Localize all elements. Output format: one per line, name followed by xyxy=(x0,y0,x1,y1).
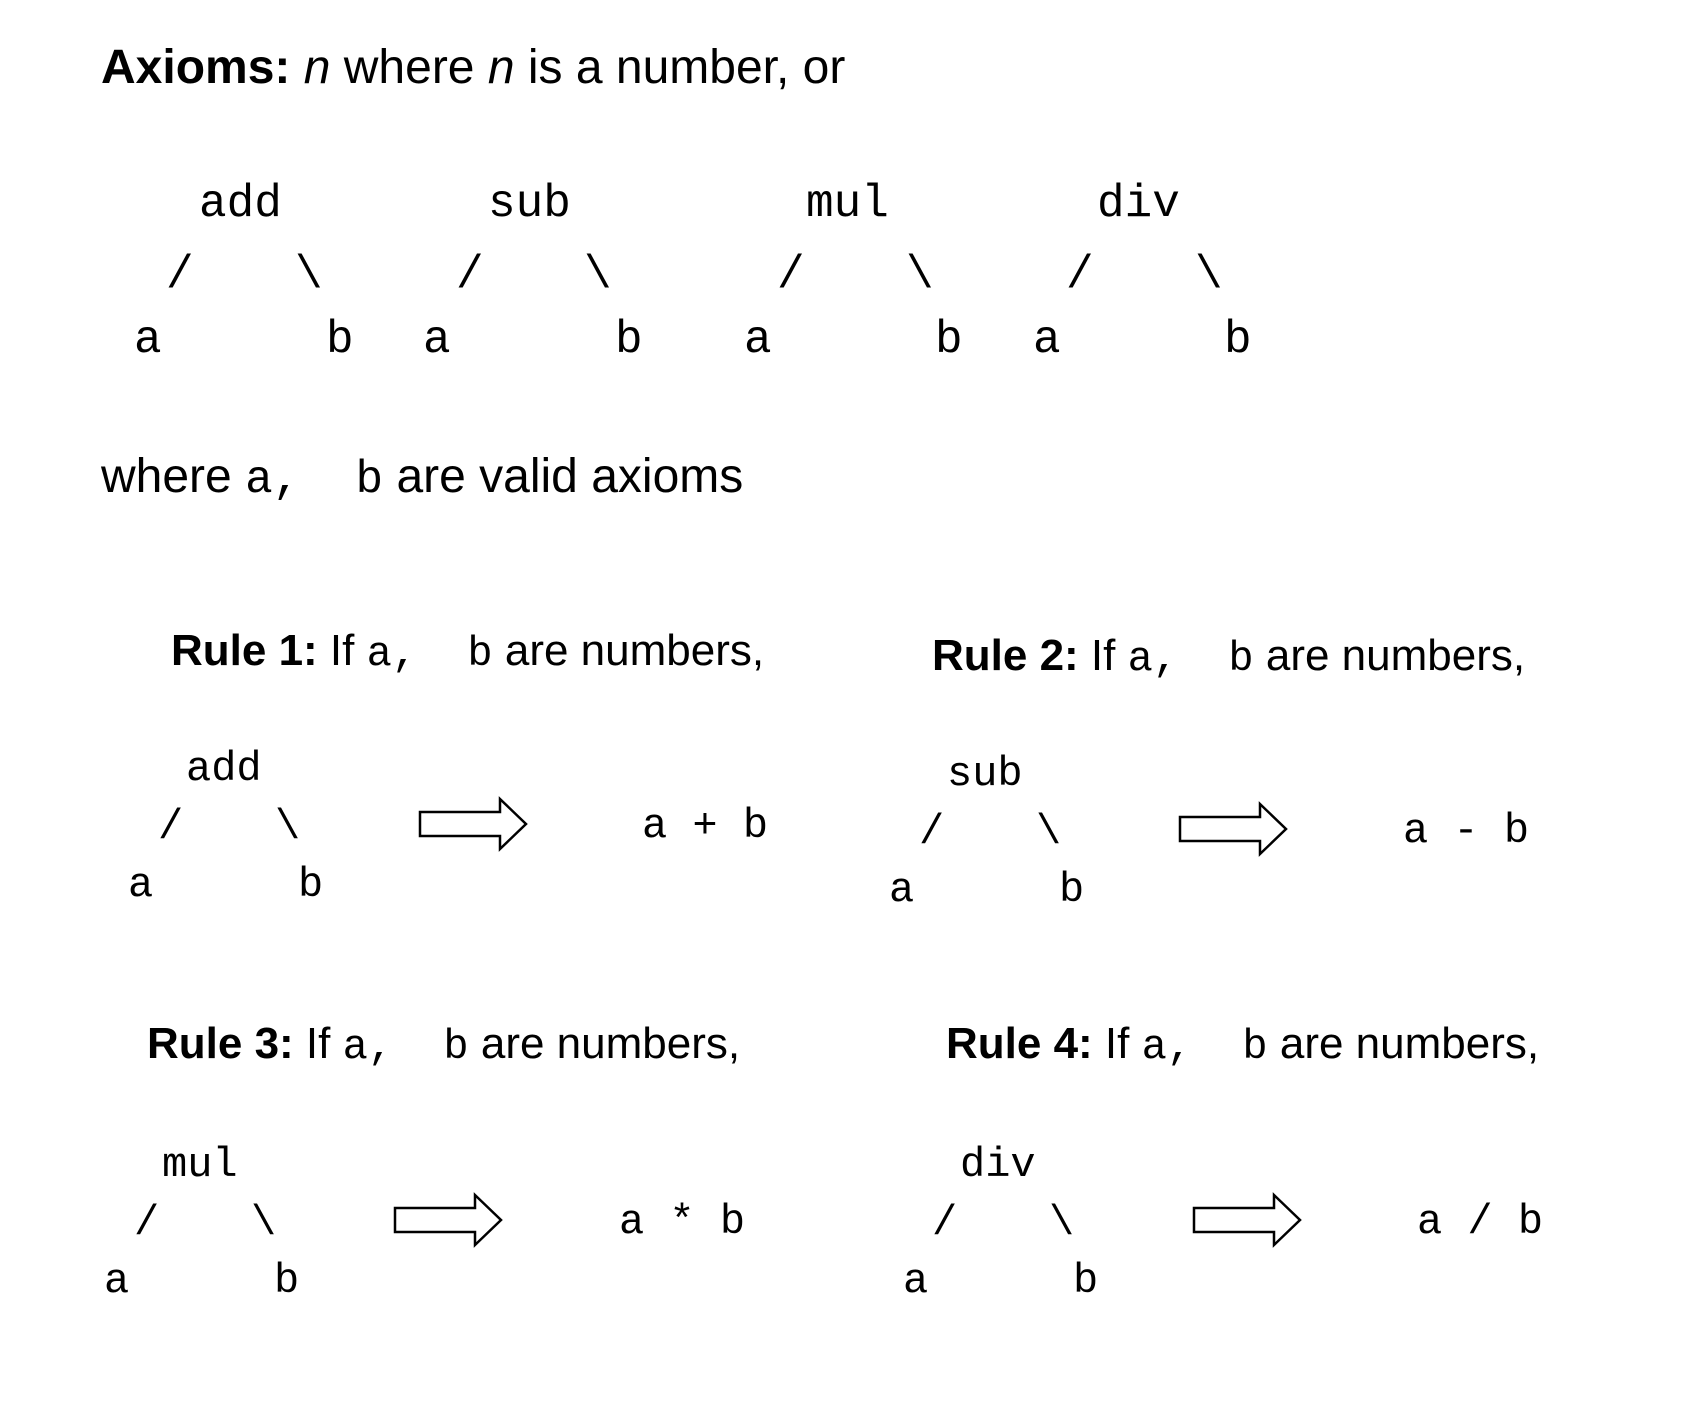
tree-operator: div xyxy=(1097,178,1180,230)
rule-result: a - b xyxy=(1403,807,1530,855)
rule-tree-operator: sub xyxy=(947,750,1023,798)
heading-mid-text: where xyxy=(330,41,488,94)
rule-tree-left-branch: / xyxy=(932,1199,958,1247)
tree-left-leaf: a xyxy=(134,314,162,366)
tree-left-branch: / xyxy=(166,249,194,301)
rule-title: Rule 1: If a, b are numbers, xyxy=(171,626,765,678)
tree-operator: mul xyxy=(806,178,889,230)
rule-tree-right-branch: \ xyxy=(275,803,301,851)
where-line: where a, b are valid axioms xyxy=(101,450,744,506)
rule-tree-right-branch: \ xyxy=(1049,1199,1075,1247)
rule-label: Rule 3: xyxy=(147,1019,294,1068)
rule-tree-right-leaf: b xyxy=(1073,1257,1099,1305)
tree-right-leaf: b xyxy=(615,314,643,366)
rule-tree-left-branch: / xyxy=(134,1199,160,1247)
heading-end-text: is a number, or xyxy=(514,41,846,94)
rule-rest: are numbers, xyxy=(492,626,765,675)
rule-tree-left-leaf: a xyxy=(889,866,915,914)
tree-left-branch: / xyxy=(777,249,805,301)
tree-operator: sub xyxy=(488,178,571,230)
axioms-label: Axioms: xyxy=(101,41,291,94)
rule-tree-operator: mul xyxy=(162,1141,238,1189)
rule-title: Rule 3: If a, b are numbers, xyxy=(147,1019,741,1071)
rule-tree-right-leaf: b xyxy=(1059,866,1085,914)
tree-left-branch: / xyxy=(456,249,484,301)
rule-tree-operator: add xyxy=(186,745,262,793)
right-arrow-icon xyxy=(1178,801,1288,857)
rule-vars: a, b xyxy=(1127,635,1254,683)
rule-label: Rule 4: xyxy=(946,1019,1093,1068)
tree-right-leaf: b xyxy=(1224,314,1252,366)
rule-if-text: If xyxy=(1078,631,1128,680)
tree-right-branch: \ xyxy=(295,249,323,301)
tree-left-leaf: a xyxy=(423,314,451,366)
right-arrow-icon xyxy=(418,796,528,852)
tree-right-leaf: b xyxy=(935,314,963,366)
right-arrow-icon xyxy=(1192,1192,1302,1248)
rule-if-text: If xyxy=(317,626,367,675)
tree-operator: add xyxy=(199,178,282,230)
tree-right-branch: \ xyxy=(584,249,612,301)
where-suffix: are valid axioms xyxy=(383,450,744,503)
rule-tree-left-branch: / xyxy=(919,808,945,856)
right-arrow-icon xyxy=(393,1192,503,1248)
rule-rest: are numbers, xyxy=(1253,631,1526,680)
rule-vars: a, b xyxy=(342,1023,469,1071)
rule-tree-left-branch: / xyxy=(158,803,184,851)
where-prefix: where xyxy=(101,450,246,503)
rule-if-text: If xyxy=(293,1019,343,1068)
tree-right-branch: \ xyxy=(1195,249,1223,301)
rule-result: a * b xyxy=(619,1198,746,1246)
rule-tree-left-leaf: a xyxy=(128,861,154,909)
rule-tree-left-leaf: a xyxy=(903,1257,929,1305)
rule-rest: are numbers, xyxy=(1267,1019,1540,1068)
n-variable: n xyxy=(487,41,515,94)
rule-title: Rule 2: If a, b are numbers, xyxy=(932,631,1526,683)
rule-result: a + b xyxy=(642,802,769,850)
rule-label: Rule 1: xyxy=(171,626,318,675)
rule-tree-right-branch: \ xyxy=(1036,808,1062,856)
rule-tree-operator: div xyxy=(960,1141,1036,1189)
rule-vars: a, b xyxy=(1141,1023,1268,1071)
rule-result: a / b xyxy=(1417,1198,1544,1246)
n-variable: n xyxy=(303,41,331,94)
rule-vars: a, b xyxy=(366,630,493,678)
rule-if-text: If xyxy=(1092,1019,1142,1068)
rule-tree-left-leaf: a xyxy=(104,1257,130,1305)
tree-left-leaf: a xyxy=(1033,314,1061,366)
rule-tree-right-branch: \ xyxy=(251,1199,277,1247)
tree-left-branch: / xyxy=(1066,249,1094,301)
tree-left-leaf: a xyxy=(744,314,772,366)
rule-rest: are numbers, xyxy=(468,1019,741,1068)
rule-tree-right-leaf: b xyxy=(274,1257,300,1305)
tree-right-branch: \ xyxy=(906,249,934,301)
rule-title: Rule 4: If a, b are numbers, xyxy=(946,1019,1540,1071)
rule-label: Rule 2: xyxy=(932,631,1079,680)
rule-tree-right-leaf: b xyxy=(298,861,324,909)
axioms-heading: Axioms: n where n is a number, or xyxy=(101,44,845,92)
where-vars: a, b xyxy=(245,454,384,506)
tree-right-leaf: b xyxy=(326,314,354,366)
